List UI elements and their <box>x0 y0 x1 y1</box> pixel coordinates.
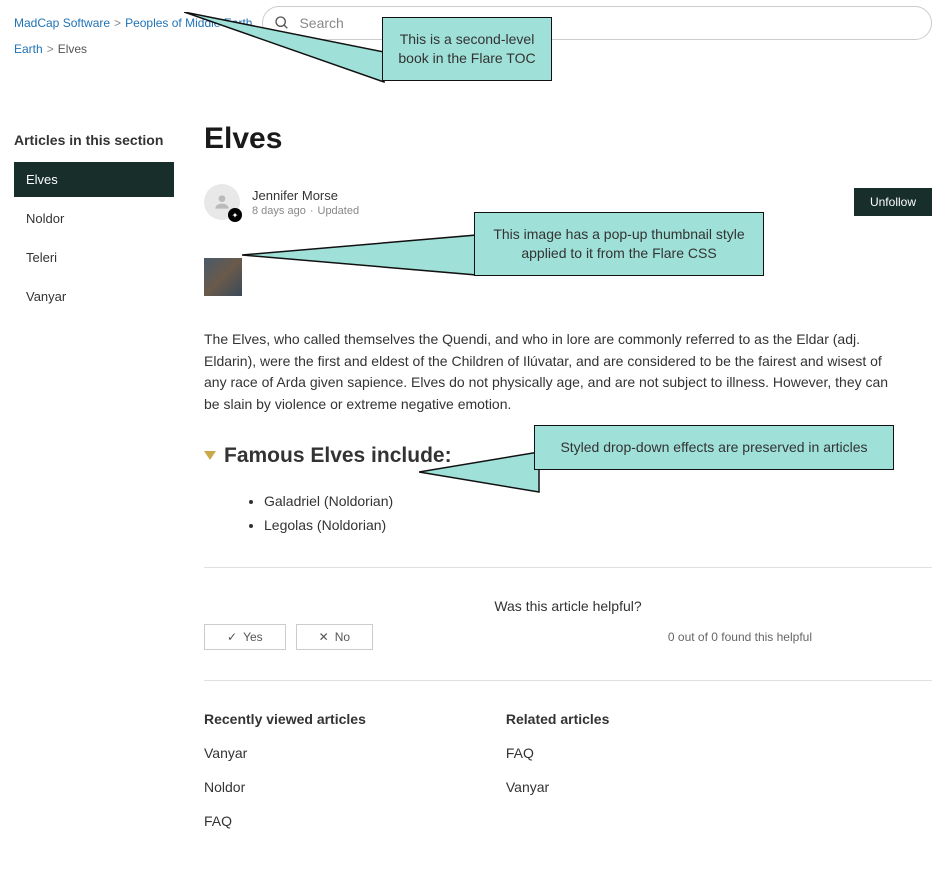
thumbnail-image[interactable] <box>204 258 242 296</box>
feedback-count: 0 out of 0 found this helpful <box>668 630 812 644</box>
callout-thumbnail: This image has a pop-up thumbnail style … <box>474 212 764 276</box>
recent-link[interactable]: Vanyar <box>204 745 366 761</box>
recent-link[interactable]: FAQ <box>204 813 366 829</box>
sidebar-item-vanyar[interactable]: Vanyar <box>14 279 174 314</box>
page-title: Elves <box>204 122 932 156</box>
sidebar-item-noldor[interactable]: Noldor <box>14 201 174 236</box>
article-body: The Elves, who called themselves the Que… <box>204 329 904 416</box>
author-name: Jennifer Morse <box>252 188 359 203</box>
list-item: Galadriel (Noldorian) <box>264 490 932 514</box>
article-timestamp: 8 days ago <box>252 205 306 217</box>
vote-no-button[interactable]: ✕No <box>296 624 373 650</box>
related-heading: Related articles <box>506 711 610 727</box>
related-link[interactable]: FAQ <box>506 745 610 761</box>
list-item: Legolas (Noldorian) <box>264 514 932 538</box>
recent-link[interactable]: Noldor <box>204 779 366 795</box>
breadcrumb-earth[interactable]: Earth <box>14 42 43 56</box>
related-link[interactable]: Vanyar <box>506 779 610 795</box>
chevron-down-icon <box>204 451 216 460</box>
avatar-badge-icon: ✦ <box>228 208 242 222</box>
unfollow-button[interactable]: Unfollow <box>854 188 932 216</box>
feedback-question: Was this article helpful? <box>204 598 932 614</box>
divider <box>204 680 932 681</box>
breadcrumb-current: Elves <box>58 42 87 56</box>
dropdown-heading: Famous Elves include: <box>224 444 452 468</box>
close-icon: ✕ <box>319 630 329 644</box>
vote-yes-button[interactable]: ✓Yes <box>204 624 286 650</box>
recent-heading: Recently viewed articles <box>204 711 366 727</box>
callout-toc: This is a second-level book in the Flare… <box>382 17 552 81</box>
sidebar-heading: Articles in this section <box>14 132 174 148</box>
sidebar-item-teleri[interactable]: Teleri <box>14 240 174 275</box>
divider <box>204 567 932 568</box>
avatar: ✦ <box>204 184 240 220</box>
sidebar-item-elves[interactable]: Elves <box>14 162 174 197</box>
callout-dropdown: Styled drop-down effects are preserved i… <box>534 425 894 470</box>
breadcrumb-madcap[interactable]: MadCap Software <box>14 16 110 30</box>
check-icon: ✓ <box>227 630 237 644</box>
article-updated-label: Updated <box>318 205 360 217</box>
